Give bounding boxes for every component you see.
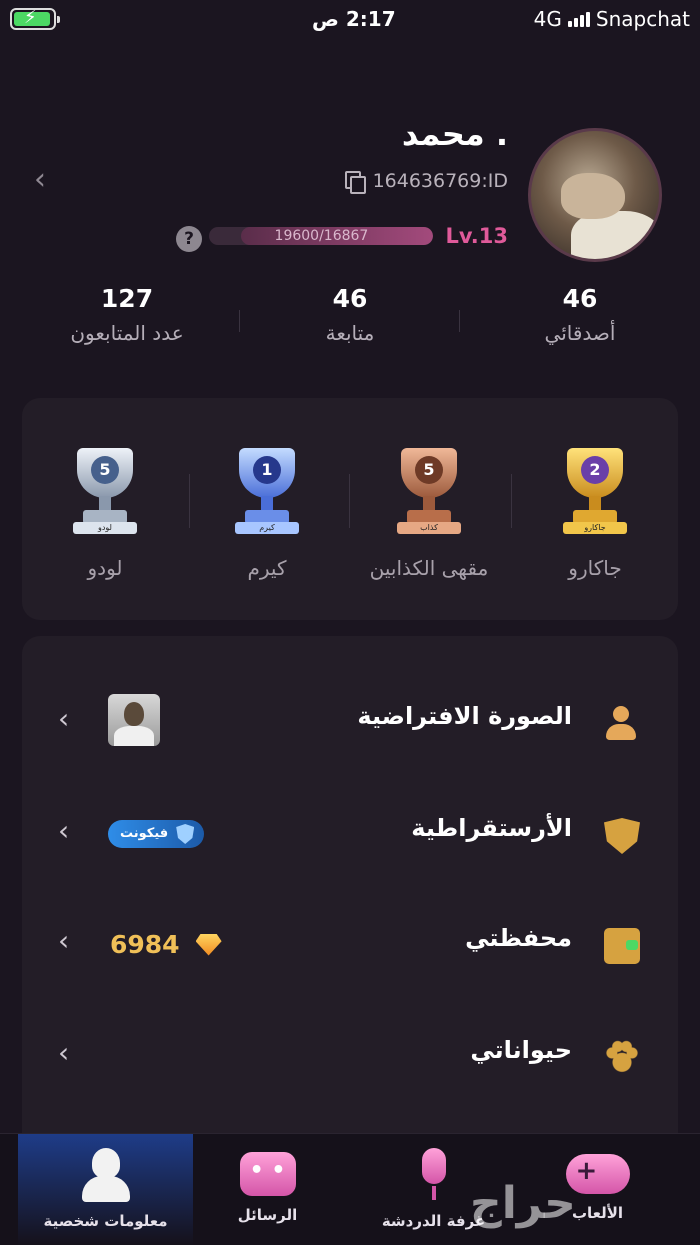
row-label: الأرستقراطية bbox=[411, 814, 572, 842]
stat-followers[interactable]: 127 عدد المتابعون bbox=[22, 284, 232, 345]
chevron-left-icon[interactable]: ‹ bbox=[34, 162, 56, 198]
trophy-jackaroo[interactable]: 2 جاكارو جاكارو bbox=[520, 438, 670, 580]
trophy-gold-icon: 2 جاكارو bbox=[545, 438, 645, 538]
trophy-silver-icon: 5 لودو bbox=[55, 438, 155, 538]
trophy-label: لودو bbox=[87, 556, 123, 580]
avatar-thumbnail bbox=[108, 694, 160, 746]
trophy-blue-icon: 1 كيرم bbox=[217, 438, 317, 538]
row-pets[interactable]: حيواناتي ‹ bbox=[22, 1000, 678, 1110]
wallet-icon bbox=[604, 928, 640, 964]
copy-icon[interactable] bbox=[344, 171, 366, 194]
divider bbox=[239, 310, 240, 332]
stat-following-label: متابعة bbox=[325, 321, 375, 345]
trophy-label: جاكارو bbox=[568, 556, 622, 580]
trophies-card: 2 جاكارو جاكارو 5 كذاب مقهى الكذابين 1 ك… bbox=[22, 398, 678, 620]
tab-messages[interactable]: الرسائل bbox=[180, 1134, 355, 1245]
help-icon[interactable]: ? bbox=[176, 226, 202, 252]
chevron-left-icon: ‹ bbox=[58, 814, 70, 847]
microphone-icon bbox=[404, 1146, 464, 1202]
profile-avatar[interactable] bbox=[528, 128, 662, 262]
row-label: حيواناتي bbox=[470, 1036, 572, 1064]
xp-text: 19600/16867 bbox=[274, 228, 369, 244]
user-icon bbox=[604, 706, 640, 742]
stat-following[interactable]: 46 متابعة bbox=[250, 284, 450, 345]
profile-name: محمد . bbox=[401, 115, 508, 153]
battery-charging-icon: ⚡ bbox=[10, 7, 60, 30]
tab-label: معلومات شخصية bbox=[43, 1212, 168, 1230]
tab-profile-info[interactable]: معلومات شخصية bbox=[18, 1134, 193, 1245]
row-label: الصورة الافتراضية bbox=[357, 702, 572, 730]
stat-friends-label: أصدقائي bbox=[544, 321, 616, 345]
profile-icon bbox=[76, 1146, 136, 1202]
badge-shield-icon bbox=[176, 824, 195, 844]
level-row: 19600/16867 Lv.13 bbox=[209, 224, 508, 248]
carrier-name: Snapchat bbox=[595, 7, 690, 31]
stat-followers-value: 127 bbox=[100, 284, 154, 313]
diamond-icon bbox=[195, 933, 222, 956]
stat-followers-label: عدد المتابعون bbox=[70, 321, 184, 345]
wallet-value: 6984 bbox=[110, 930, 180, 959]
trophy-bronze-icon: 5 كذاب bbox=[379, 438, 479, 538]
level-label: Lv.13 bbox=[445, 224, 508, 248]
bottom-nav: معلومات شخصية الرسائل غرفة الدردشة الألع… bbox=[0, 1133, 700, 1245]
paw-icon bbox=[604, 1040, 640, 1076]
tab-label: الرسائل bbox=[237, 1206, 298, 1224]
stat-friends-value: 46 bbox=[562, 284, 598, 313]
trophy-label: مقهى الكذابين bbox=[369, 556, 489, 580]
divider bbox=[349, 474, 350, 528]
trophy-liars-cafe[interactable]: 5 كذاب مقهى الكذابين bbox=[354, 438, 504, 580]
divider bbox=[459, 310, 460, 332]
signal-icon bbox=[567, 11, 590, 27]
xp-progress-bar: 19600/16867 bbox=[209, 227, 434, 245]
settings-card: الصورة الافتراضية ‹ الأرستقراطية ‹ فيكون… bbox=[22, 636, 678, 1156]
row-label: محفظتي bbox=[465, 924, 572, 952]
chevron-left-icon: ‹ bbox=[58, 1036, 70, 1069]
carrier-info: 4G Snapchat bbox=[534, 7, 690, 31]
aristocracy-badge: فيكونت bbox=[108, 820, 205, 848]
profile-id-row: 164636769:ID bbox=[344, 170, 508, 194]
trophy-ludo[interactable]: 5 لودو لودو bbox=[30, 438, 180, 580]
wallet-balance: 6984 bbox=[110, 930, 222, 959]
profile-id: 164636769:ID bbox=[372, 170, 508, 192]
divider bbox=[189, 474, 190, 528]
status-time: 2:17 ص bbox=[312, 7, 396, 31]
trophy-carrom[interactable]: 1 كيرم كيرم bbox=[192, 438, 342, 580]
stats-row: 46 أصدقائي 46 متابعة 127 عدد المتابعون bbox=[20, 284, 680, 364]
shield-icon bbox=[604, 818, 640, 854]
chat-icon bbox=[239, 1152, 296, 1196]
trophy-label: كيرم bbox=[247, 556, 287, 580]
stat-following-value: 46 bbox=[332, 284, 368, 313]
network-type: 4G bbox=[533, 7, 562, 31]
divider bbox=[511, 474, 512, 528]
chevron-left-icon: ‹ bbox=[58, 702, 70, 735]
status-bar: ⚡ 2:17 ص 4G Snapchat bbox=[0, 0, 700, 40]
watermark: حراج bbox=[470, 1178, 576, 1229]
stat-friends[interactable]: 46 أصدقائي bbox=[480, 284, 680, 345]
chevron-left-icon: ‹ bbox=[58, 924, 70, 957]
